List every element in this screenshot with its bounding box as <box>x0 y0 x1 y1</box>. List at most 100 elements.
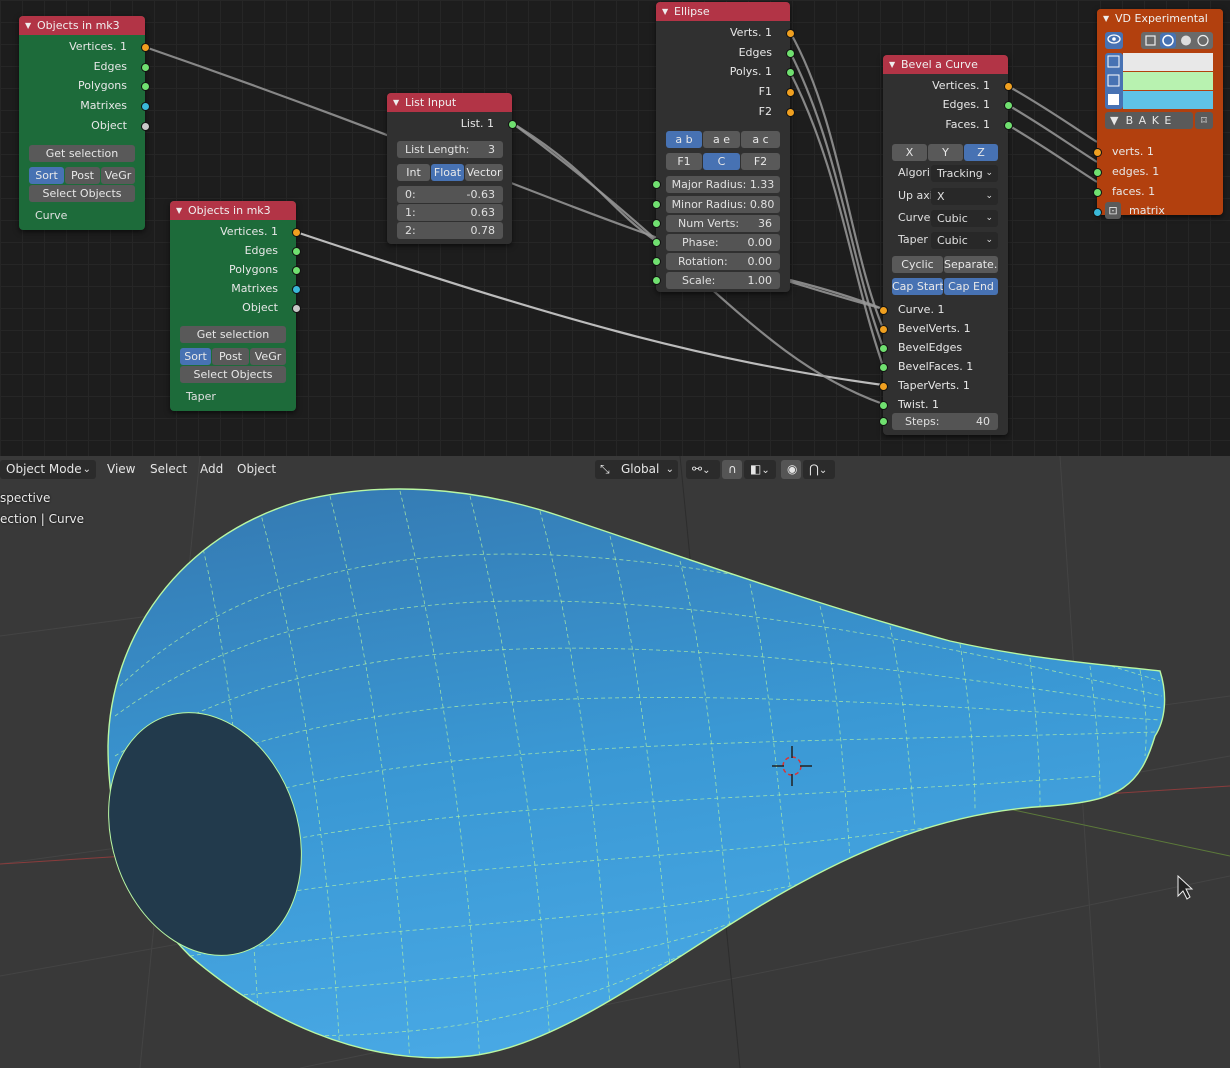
edge-color-swatch[interactable] <box>1123 72 1213 90</box>
get-selection-button[interactable]: Get selection <box>29 145 135 162</box>
center-f2[interactable]: F2 <box>741 153 780 170</box>
mode-int[interactable]: Int <box>397 164 430 181</box>
objects-node-curve[interactable]: ▼ Objects in mk3 Vertices. 1 Edges Polygo… <box>19 16 150 230</box>
node-header[interactable]: ▼ List Input <box>387 93 512 112</box>
cap-end-toggle[interactable]: Cap End <box>944 278 998 295</box>
socket-bevel-faces-in[interactable] <box>879 363 888 372</box>
proportional-edit-toggle[interactable]: ◉ <box>781 460 801 479</box>
curve-interp-dropdown[interactable]: Cubic ⌄ <box>931 210 998 227</box>
socket-bevel-edges-in[interactable] <box>879 344 888 353</box>
socket-matrix-in[interactable] <box>1093 208 1102 217</box>
mode-vector[interactable]: Vector <box>465 164 503 181</box>
falloff-dropdown[interactable]: ⋂⌄ <box>803 460 835 479</box>
socket-list[interactable] <box>508 120 517 129</box>
mode-dropdown[interactable]: Object Mode ⌄ <box>0 460 96 479</box>
socket-matrixes[interactable] <box>292 285 301 294</box>
center-f1[interactable]: F1 <box>666 153 702 170</box>
socket-bevel-verts-in[interactable] <box>879 325 888 334</box>
socket-faces-out[interactable] <box>1004 121 1013 130</box>
list-item-field[interactable]: 0: -0.63 <box>397 186 503 203</box>
list-length-field[interactable]: List Length: 3 <box>397 141 503 158</box>
node-header[interactable]: ▼ VD Experimental <box>1097 9 1223 28</box>
socket-num-verts[interactable] <box>652 219 661 228</box>
pivot-dropdown[interactable]: ⚯⌄ <box>686 460 720 479</box>
socket-edges-out[interactable] <box>1004 101 1013 110</box>
snap-target-dropdown[interactable]: ◧⌄ <box>744 460 776 479</box>
phase-field[interactable]: Phase: 0.00 <box>666 234 780 251</box>
rotation-field[interactable]: Rotation: 0.00 <box>666 253 780 270</box>
list-item-field[interactable]: 1: 0.63 <box>397 204 503 221</box>
vd-experimental-node[interactable]: ▼ VD Experimental ▼ B A K E ⌑ verts. 1 e… <box>1093 9 1223 219</box>
center-c[interactable]: C <box>703 153 740 170</box>
node-header[interactable]: ▼ Objects in mk3 <box>19 16 145 35</box>
post-toggle[interactable]: Post <box>65 167 100 184</box>
up-axis-dropdown[interactable]: X ⌄ <box>931 188 998 205</box>
bevel-curve-node[interactable]: ▼ Bevel a Curve Vertices. 1 Edges. 1 Face… <box>879 55 1013 435</box>
socket-taper-verts-in[interactable] <box>879 382 888 391</box>
socket-vertices[interactable] <box>141 43 150 52</box>
collapse-icon[interactable]: ▼ <box>393 93 399 112</box>
socket-major-radius[interactable] <box>652 180 661 189</box>
node-header[interactable]: ▼ Bevel a Curve <box>883 55 1008 74</box>
socket-edges[interactable] <box>141 63 150 72</box>
socket-edges[interactable] <box>786 49 795 58</box>
socket-scale[interactable] <box>652 276 661 285</box>
mode-ac[interactable]: a c <box>741 131 780 148</box>
matrix-icon[interactable]: ⊡ <box>1105 202 1121 219</box>
mode-ae[interactable]: a e <box>703 131 740 148</box>
major-radius-field[interactable]: Major Radius: 1.33 <box>666 176 780 193</box>
bake-button[interactable]: ▼ B A K E <box>1105 112 1193 129</box>
socket-f1[interactable] <box>786 88 795 97</box>
steps-field[interactable]: Steps: 40 <box>892 413 998 430</box>
collapse-icon[interactable]: ▼ <box>176 201 182 220</box>
taper-interp-dropdown[interactable]: Cubic ⌄ <box>931 232 998 249</box>
socket-object[interactable] <box>141 122 150 131</box>
axis-z[interactable]: Z <box>964 144 998 161</box>
vegr-toggle[interactable]: VeGr <box>101 167 135 184</box>
minor-radius-field[interactable]: Minor Radius: 0.80 <box>666 196 780 213</box>
select-objects-button[interactable]: Select Objects <box>180 366 286 383</box>
socket-matrixes[interactable] <box>141 102 150 111</box>
post-toggle[interactable]: Post <box>212 348 249 365</box>
socket-curve-in[interactable] <box>879 306 888 315</box>
socket-edges-in[interactable] <box>1093 168 1102 177</box>
socket-f2[interactable] <box>786 108 795 117</box>
axis-x[interactable]: X <box>892 144 927 161</box>
objects-node-taper[interactable]: ▼ Objects in mk3 Vertices. 1 Edges Polygo… <box>170 201 301 411</box>
collapse-icon[interactable]: ▼ <box>662 2 668 21</box>
socket-vertices-out[interactable] <box>1004 82 1013 91</box>
eye-icon[interactable] <box>1105 32 1123 49</box>
select-objects-button[interactable]: Select Objects <box>29 185 135 202</box>
socket-vertices[interactable] <box>292 228 301 237</box>
socket-verts-in[interactable] <box>1093 148 1102 157</box>
socket-phase[interactable] <box>652 238 661 247</box>
separate-toggle[interactable]: Separate.. <box>944 256 998 273</box>
node-header[interactable]: ▼ Objects in mk3 <box>170 201 296 220</box>
cap-start-toggle[interactable]: Cap Start <box>892 278 943 295</box>
mode-float[interactable]: Float <box>431 164 464 181</box>
get-selection-button[interactable]: Get selection <box>180 326 286 343</box>
collapse-icon[interactable]: ▼ <box>25 16 31 35</box>
face-color-swatch[interactable] <box>1123 91 1213 109</box>
cyclic-toggle[interactable]: Cyclic <box>892 256 943 273</box>
socket-faces-in[interactable] <box>1093 188 1102 197</box>
sort-toggle[interactable]: Sort <box>180 348 211 365</box>
bake-settings-icon[interactable]: ⌑ <box>1195 112 1213 129</box>
socket-steps-in[interactable] <box>879 417 888 426</box>
collapse-icon[interactable]: ▼ <box>889 55 895 74</box>
num-verts-field[interactable]: Num Verts: 36 <box>666 215 780 232</box>
3d-viewport[interactable]: Object Mode ⌄ View Select Add Object ⤡ Glo… <box>0 456 1230 1068</box>
socket-edges[interactable] <box>292 247 301 256</box>
list-input-node[interactable]: ▼ List Input List. 1 List Length: 3 Int F… <box>387 93 517 244</box>
socket-verts[interactable] <box>786 29 795 38</box>
socket-rotation[interactable] <box>652 257 661 266</box>
socket-polygons[interactable] <box>141 82 150 91</box>
vertex-color-swatch[interactable] <box>1123 53 1213 71</box>
socket-polys[interactable] <box>786 68 795 77</box>
collapse-icon[interactable]: ▼ <box>1103 9 1109 28</box>
socket-object[interactable] <box>292 304 301 313</box>
snap-toggle[interactable]: ∩ <box>722 460 742 479</box>
socket-twist-in[interactable] <box>879 401 888 410</box>
ellipse-node[interactable]: ▼ Ellipse Verts. 1 Edges Polys. 1 F1 F2 a… <box>652 2 795 292</box>
scale-field[interactable]: Scale: 1.00 <box>666 272 780 289</box>
